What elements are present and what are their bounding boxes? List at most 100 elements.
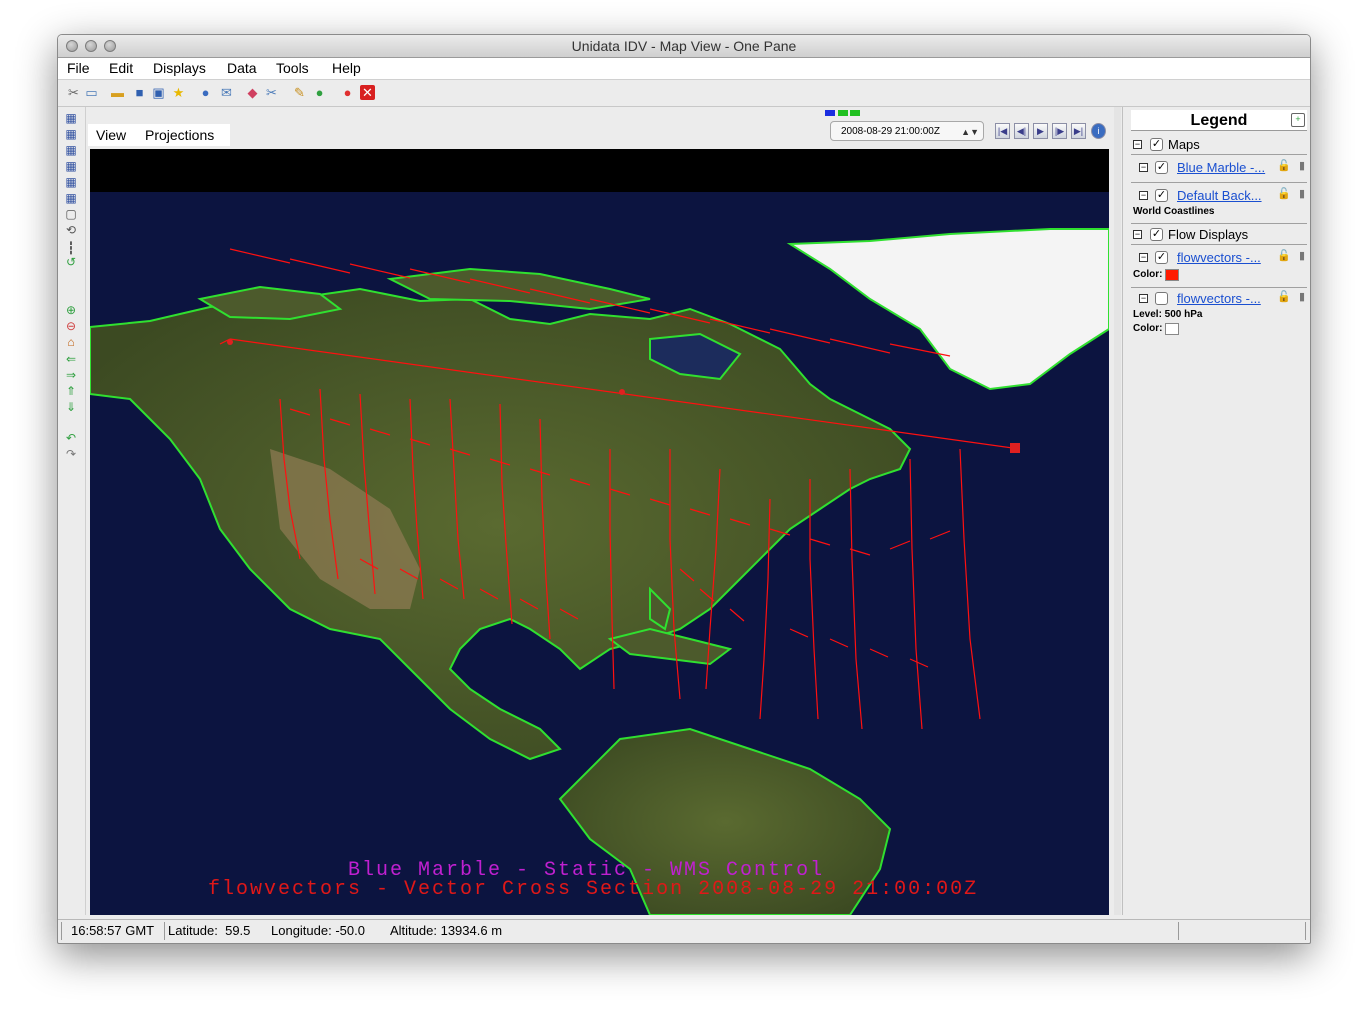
divider	[1131, 182, 1307, 183]
stop-icon[interactable]: ●	[340, 85, 355, 100]
vertical-scale-icon[interactable]: ┇	[64, 241, 78, 255]
level-label: Level: 500 hPa	[1133, 309, 1203, 320]
float-legend-icon[interactable]: +	[1291, 113, 1305, 127]
divider	[1178, 922, 1179, 940]
chevron-updown-icon: ▲▼	[961, 127, 979, 137]
bottom-view-icon[interactable]: ▦	[64, 127, 78, 141]
progress-block	[825, 110, 835, 116]
top-view-icon[interactable]: ▦	[64, 111, 78, 125]
west-view-icon[interactable]: ▦	[64, 191, 78, 205]
east-view-icon[interactable]: ▦	[64, 159, 78, 173]
map-display[interactable]: Blue Marble - Static - WMS Control flowv…	[90, 149, 1109, 915]
view-menu-bar: View Projections	[88, 124, 230, 146]
color-label: Color:	[1133, 323, 1163, 334]
help-icon[interactable]: ●	[198, 85, 213, 100]
legend-item-link[interactable]: flowvectors -...	[1177, 291, 1261, 306]
cross-section-end-handle[interactable]	[1010, 443, 1020, 453]
app-window: Unidata IDV - Map View - One Pane File E…	[57, 34, 1311, 944]
item-checkbox[interactable]	[1155, 292, 1168, 305]
pan-up-icon[interactable]: ⇑	[64, 384, 78, 398]
globe-icon[interactable]: ●	[312, 85, 327, 100]
info-icon[interactable]: i	[1091, 123, 1106, 139]
color-swatch[interactable]	[1165, 269, 1179, 281]
save-as-icon[interactable]: ▣	[151, 85, 166, 100]
trash-icon[interactable]: ▮	[1297, 160, 1307, 173]
trash-icon[interactable]: ▮	[1297, 250, 1307, 263]
pencil-icon[interactable]: ✎	[292, 85, 307, 100]
undo-icon[interactable]: ↶	[64, 431, 78, 445]
color-swatch[interactable]	[1165, 323, 1179, 335]
zoom-in-icon[interactable]: ⊕	[64, 303, 78, 317]
collapse-icon[interactable]: −	[1139, 163, 1148, 172]
collapse-icon[interactable]: −	[1133, 140, 1142, 149]
splitpane-divider[interactable]	[1114, 107, 1121, 915]
menu-data[interactable]: Data	[227, 60, 257, 76]
open-folder-icon[interactable]: ▬	[110, 85, 125, 100]
data-chooser-icon[interactable]: ✂	[66, 85, 81, 100]
map-overlay-line2: flowvectors - Vector Cross Section 2008-…	[208, 878, 978, 901]
box-view-icon[interactable]: ▢	[64, 207, 78, 221]
cancel-icon[interactable]: ✕	[360, 85, 375, 100]
group-label: Flow Displays	[1168, 227, 1249, 242]
group-checkbox[interactable]: ✓	[1150, 138, 1163, 151]
time-selector[interactable]: 2008-08-29 21:00:00Z ▲▼	[830, 121, 984, 141]
collapse-icon[interactable]: −	[1139, 253, 1148, 262]
clear-icon[interactable]: ✂	[264, 85, 279, 100]
cross-section-mid-handle[interactable]	[619, 389, 625, 395]
lock-icon[interactable]: 🔓	[1277, 250, 1291, 263]
lock-icon[interactable]: 🔓	[1277, 160, 1291, 173]
status-bar: 16:58:57 GMT Latitude: 59.5 Longitude: -…	[58, 919, 1310, 942]
divider	[61, 922, 62, 940]
trash-icon[interactable]: ▮	[1297, 188, 1307, 201]
home-icon[interactable]: ⌂	[64, 335, 78, 349]
menu-help[interactable]: Help	[332, 60, 361, 76]
menu-file[interactable]: File	[67, 60, 90, 76]
pan-right-icon[interactable]: ⇒	[64, 368, 78, 382]
redo-icon[interactable]: ↷	[64, 447, 78, 461]
collapse-icon[interactable]: −	[1139, 191, 1148, 200]
legend-item-blue-marble: − ✓ Blue Marble -... 🔓 ▮	[1131, 159, 1307, 177]
eraser-icon[interactable]: ◆	[245, 85, 260, 100]
divider	[1131, 154, 1307, 155]
zoom-out-icon[interactable]: ⊖	[64, 319, 78, 333]
pan-left-icon[interactable]: ⇐	[64, 352, 78, 366]
step-back-button[interactable]: ◀|	[1014, 123, 1029, 139]
menu-displays[interactable]: Displays	[153, 60, 206, 76]
legend-item-link[interactable]: Default Back...	[1177, 188, 1262, 203]
go-first-button[interactable]: |◀	[995, 123, 1010, 139]
legend-title: Legend	[1190, 112, 1248, 129]
favorites-star-icon[interactable]: ★	[171, 85, 186, 100]
lock-icon[interactable]: 🔓	[1277, 291, 1291, 304]
menu-tools[interactable]: Tools	[276, 60, 309, 76]
menu-bar: File Edit Displays Data Tools Help	[58, 58, 1310, 80]
new-window-icon[interactable]: ▭	[84, 85, 99, 100]
email-icon[interactable]: ✉	[219, 85, 234, 100]
legend-item-link[interactable]: flowvectors -...	[1177, 250, 1261, 265]
reset-view-icon[interactable]: ↺	[64, 255, 78, 269]
collapse-icon[interactable]: −	[1139, 294, 1148, 303]
collapse-icon[interactable]: −	[1133, 230, 1142, 239]
lock-icon[interactable]: 🔓	[1277, 188, 1291, 201]
south-view-icon[interactable]: ▦	[64, 175, 78, 189]
tab-projections[interactable]: Projections	[145, 127, 214, 143]
group-checkbox[interactable]: ✓	[1150, 228, 1163, 241]
item-checkbox[interactable]: ✓	[1155, 189, 1168, 202]
color-label: Color:	[1133, 269, 1163, 280]
go-last-button[interactable]: ▶|	[1071, 123, 1086, 139]
item-checkbox[interactable]: ✓	[1155, 161, 1168, 174]
north-view-icon[interactable]: ▦	[64, 143, 78, 157]
step-forward-button[interactable]: |▶	[1052, 123, 1067, 139]
divider	[1131, 223, 1307, 224]
play-button[interactable]: ▶	[1033, 123, 1048, 139]
tab-view[interactable]: View	[96, 127, 126, 143]
rotate-view-icon[interactable]: ⟲	[64, 223, 78, 237]
legend-item-link[interactable]: Blue Marble -...	[1177, 160, 1265, 175]
save-icon[interactable]: ■	[132, 85, 147, 100]
trash-icon[interactable]: ▮	[1297, 291, 1307, 304]
cross-section-start-handle[interactable]	[227, 339, 233, 345]
legend-item-default-background: − ✓ Default Back... 🔓 ▮ World Coastlines	[1131, 187, 1307, 221]
menu-edit[interactable]: Edit	[109, 60, 133, 76]
item-checkbox[interactable]: ✓	[1155, 251, 1168, 264]
legend-group-flow-displays: − ✓ Flow Displays	[1131, 227, 1307, 243]
pan-down-icon[interactable]: ⇓	[64, 400, 78, 414]
